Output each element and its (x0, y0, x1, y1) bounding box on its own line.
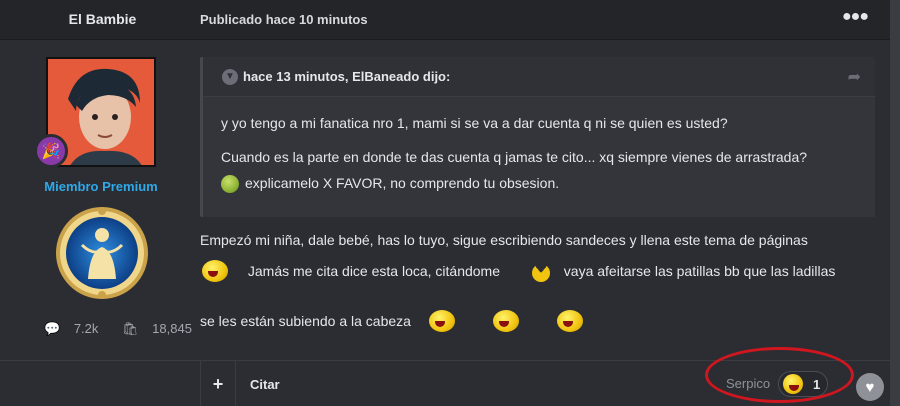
forum-post: El Bambie Publicado hace 10 minutos ●●● … (0, 0, 890, 406)
chevron-down-icon[interactable]: ▼ (222, 69, 238, 85)
quote-paragraph: Cuando es la parte en donde te das cuent… (221, 149, 808, 165)
add-button[interactable]: + (200, 361, 236, 406)
quote-block: ▼ hace 13 minutos, ElBaneado dijo: ➦ y y… (200, 57, 875, 217)
post-timestamp[interactable]: Publicado hace 10 minutos (200, 12, 368, 27)
quote-author[interactable]: hace 13 minutos, ElBaneado dijo: (243, 69, 450, 84)
share-icon[interactable]: ➦ (848, 67, 861, 87)
message-line: se les están subiendo a la cabeza (200, 310, 583, 335)
message-line: Jamás me cita dice esta loca, citándome … (202, 260, 835, 285)
more-icon[interactable]: ●●● (842, 8, 869, 26)
heart-icon[interactable]: ♥ (856, 373, 884, 401)
green-emoji-icon (221, 175, 239, 194)
rank-emblem-icon (54, 205, 150, 301)
post-header: El Bambie Publicado hace 10 minutos ●●● (0, 0, 890, 40)
quote-body: y yo tengo a mi fanatica nro 1, mami si … (203, 97, 875, 194)
laugh-emoji-icon (202, 260, 228, 285)
scrollbar[interactable] (890, 0, 900, 406)
quote-header: ▼ hace 13 minutos, ElBaneado dijo: ➦ (203, 57, 875, 97)
points-stat: 🛍 18,845 (122, 321, 192, 336)
user-stats: 💬 7.2k 🛍 18,845 (44, 321, 212, 337)
quote-button[interactable]: Citar (236, 361, 294, 406)
laugh-emoji-icon (428, 310, 455, 335)
party-badge-icon: 🎉 (34, 134, 68, 168)
message-line: Empezó mi niña, dale bebé, has lo tuyo, … (200, 232, 808, 248)
quote-paragraph: explicamelo X FAVOR, no comprendo tu obs… (221, 173, 855, 194)
member-title: Miembro Premium (44, 179, 158, 194)
comment-icon: 💬 (44, 321, 61, 336)
comment-stat: 💬 7.2k (44, 321, 99, 336)
pacman-emoji-icon (531, 263, 550, 282)
bag-icon: 🛍 (122, 321, 139, 336)
laugh-emoji-icon (556, 310, 583, 335)
laugh-emoji-icon (492, 310, 519, 335)
annotation-circle (705, 347, 854, 403)
quote-paragraph: y yo tengo a mi fanatica nro 1, mami si … (221, 115, 728, 131)
author-name[interactable]: El Bambie (60, 11, 145, 27)
